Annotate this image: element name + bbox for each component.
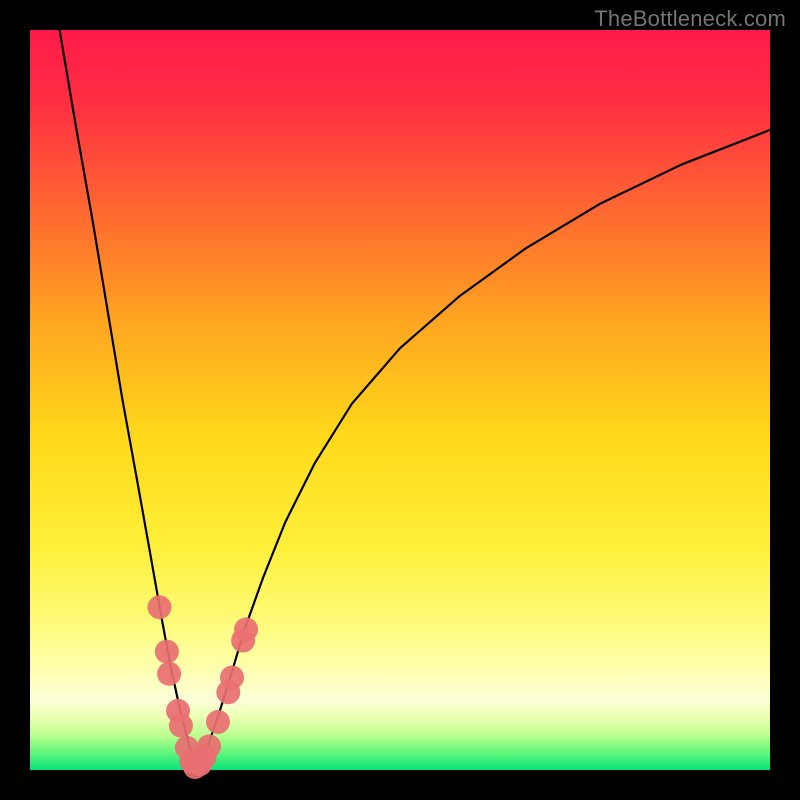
marker-dot: [155, 640, 179, 664]
chart-frame: TheBottleneck.com: [0, 0, 800, 800]
marker-dot: [234, 617, 258, 641]
marker-dot: [148, 595, 172, 619]
marker-dot: [220, 666, 244, 690]
watermark-text: TheBottleneck.com: [594, 6, 786, 32]
bottleneck-plot: [0, 0, 800, 800]
marker-dot: [157, 662, 181, 686]
marker-dot: [197, 734, 221, 758]
marker-dot: [206, 710, 230, 734]
marker-dot: [169, 714, 193, 738]
plot-background: [30, 30, 770, 770]
